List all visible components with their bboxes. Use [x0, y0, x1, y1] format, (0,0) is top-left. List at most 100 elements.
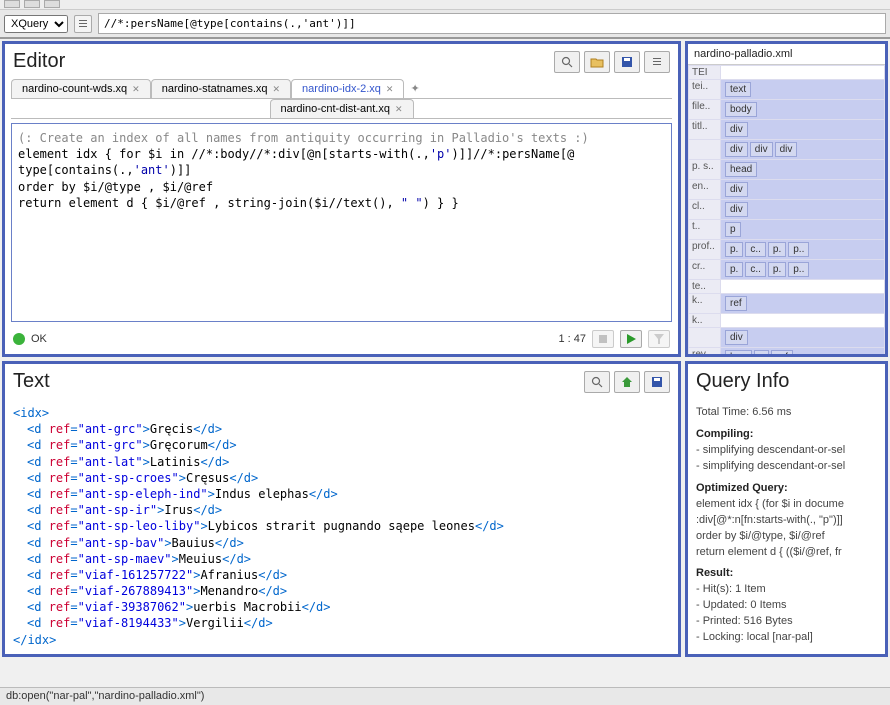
tree-panel: nardino-palladio.xml TEItei..textfile..b… [685, 41, 888, 357]
tree-cell[interactable]: div [721, 200, 885, 220]
queryinfo-line: - Printed: 516 Bytes [696, 614, 877, 630]
tree-cell[interactable] [721, 314, 885, 328]
tree-cell[interactable]: head [721, 160, 885, 180]
home-button[interactable] [614, 371, 640, 393]
tree-title: nardino-palladio.xml [688, 44, 885, 65]
result-row: <d ref="viaf-161257722">Afranius</d> [13, 567, 670, 583]
queryinfo-line: - simplifying descendant-or-sel [696, 459, 877, 475]
result-row: <d ref="viaf-8194433">Vergilii</d> [13, 615, 670, 631]
list-icon [78, 19, 88, 29]
code-editor[interactable]: (: Create an index of all names from ant… [11, 123, 672, 322]
text-output[interactable]: <idx><d ref="ant-grc">Gręcis</d><d ref="… [5, 399, 678, 654]
close-icon[interactable]: ✕ [386, 84, 394, 95]
cursor-position: 1 : 47 [558, 333, 586, 345]
result-header: Result: [696, 566, 877, 582]
tree-label[interactable] [689, 328, 721, 348]
stop-button[interactable] [592, 330, 614, 348]
tree-cell[interactable]: text [721, 80, 885, 100]
tree-cell[interactable] [721, 280, 885, 294]
result-row: <d ref="ant-sp-eleph-ind">Indus elephas<… [13, 486, 670, 502]
result-row: <d ref="ant-grc">Gręcis</d> [13, 421, 670, 437]
result-row: <d ref="ant-grc">Gręcorum</d> [13, 437, 670, 453]
queryinfo-line: :div[@*:n[fn:starts-with(., "p")]] [696, 513, 877, 529]
tab-label: nardino-statnames.xq [162, 83, 268, 95]
folder-icon [590, 56, 604, 68]
save-icon [621, 56, 633, 68]
tree-label[interactable]: p. s.. [689, 160, 721, 180]
tree-cell[interactable]: p.c..p.p.. [721, 240, 885, 260]
editor-tab[interactable]: nardino-count-wds.xq✕ [11, 79, 151, 98]
stop-icon [598, 334, 608, 344]
tree-cell[interactable] [721, 66, 885, 80]
tree-label[interactable]: tei.. [689, 80, 721, 100]
queryinfo-title: Query Info [696, 370, 789, 393]
editor-tab[interactable]: nardino-statnames.xq ✕ [151, 79, 291, 98]
text-title: Text [13, 370, 50, 393]
tree-cell[interactable]: ref [721, 294, 885, 314]
queryinfo-line: - Locking: local [nar-pal] [696, 630, 877, 646]
tree-cell[interactable]: p [721, 220, 885, 240]
tree-label[interactable]: t.. [689, 220, 721, 240]
tree-label[interactable] [689, 140, 721, 160]
search-button[interactable] [554, 51, 580, 73]
tree-label[interactable]: prof.. [689, 240, 721, 260]
tree-label[interactable]: rev.. [689, 348, 721, 355]
save-button[interactable] [644, 371, 670, 393]
tree-label[interactable]: file.. [689, 100, 721, 120]
search-button[interactable] [584, 371, 610, 393]
tree-label[interactable]: TEI [689, 66, 721, 80]
result-row: <d ref="ant-sp-bav">Bauius</d> [13, 535, 670, 551]
editor-panel: Editor nardino-count-wds.xq✕ nardino-sta… [2, 41, 681, 357]
tree-label[interactable]: cl.. [689, 200, 721, 220]
toolbar-button[interactable] [4, 0, 20, 8]
query-history-button[interactable] [74, 15, 92, 33]
save-button[interactable] [614, 51, 640, 73]
open-button[interactable] [584, 51, 610, 73]
run-button[interactable] [620, 330, 642, 348]
tree-cell[interactable]: he..pref [721, 348, 885, 355]
editor-tab[interactable]: nardino-idx-2.xq✕ [291, 79, 404, 98]
result-row: <d ref="ant-sp-leo-liby">Lybicos strarit… [13, 518, 670, 534]
result-row: <d ref="ant-sp-croes">Cręsus</d> [13, 470, 670, 486]
tree-cell[interactable]: div [721, 328, 885, 348]
queryinfo-line: - Updated: 0 Items [696, 598, 877, 614]
editor-settings-button[interactable] [644, 51, 670, 73]
toolbar-button[interactable] [44, 0, 60, 8]
tree-cell[interactable]: body [721, 100, 885, 120]
close-icon[interactable]: ✕ [395, 104, 403, 115]
status-ok-icon [13, 333, 25, 345]
tree-label[interactable]: te.. [689, 280, 721, 294]
compiling-header: Compiling: [696, 427, 877, 443]
result-row: <d ref="ant-sp-ir">Irus</d> [13, 502, 670, 518]
editor-status-bar: OK 1 : 47 [5, 326, 678, 354]
tree-label[interactable]: k.. [689, 314, 721, 328]
query-input[interactable] [98, 13, 886, 34]
editor-title: Editor [13, 50, 65, 73]
tree-cell[interactable]: divdivdiv [721, 140, 885, 160]
status-text: OK [31, 333, 47, 345]
editor-tab[interactable]: nardino-cnt-dist-ant.xq ✕ [270, 99, 414, 118]
filter-button[interactable] [648, 330, 670, 348]
tree-label[interactable]: k.. [689, 294, 721, 314]
query-mode-select[interactable]: XQuery [4, 15, 68, 33]
tree-label[interactable]: en.. [689, 180, 721, 200]
new-tab-button[interactable]: ✦ [404, 79, 425, 98]
result-row: <d ref="viaf-39387062">uerbis Macrobii</… [13, 599, 670, 615]
tree-cell[interactable]: div [721, 120, 885, 140]
main-grid: Editor nardino-count-wds.xq✕ nardino-sta… [0, 39, 890, 702]
tree-label[interactable]: titl.. [689, 120, 721, 140]
queryinfo-line: order by $i/@type, $i/@ref [696, 529, 877, 545]
queryinfo-line: - simplifying descendant-or-sel [696, 443, 877, 459]
close-icon[interactable]: ✕ [132, 84, 140, 95]
tab-label: nardino-cnt-dist-ant.xq [281, 103, 390, 115]
tree-cell[interactable]: p.c..p.p.. [721, 260, 885, 280]
queryinfo-line: element idx { (for $i in docume [696, 497, 877, 513]
close-icon[interactable]: ✕ [273, 84, 281, 95]
total-time: Total Time: 6.56 ms [696, 405, 877, 421]
list-icon [652, 57, 662, 67]
queryinfo-panel: Query Info Total Time: 6.56 ms Compiling… [685, 361, 888, 657]
tree-cell[interactable]: div [721, 180, 885, 200]
tree-body[interactable]: TEItei..textfile..bodytitl..divdivdivdiv… [688, 65, 885, 354]
tree-label[interactable]: cr.. [689, 260, 721, 280]
toolbar-button[interactable] [24, 0, 40, 8]
